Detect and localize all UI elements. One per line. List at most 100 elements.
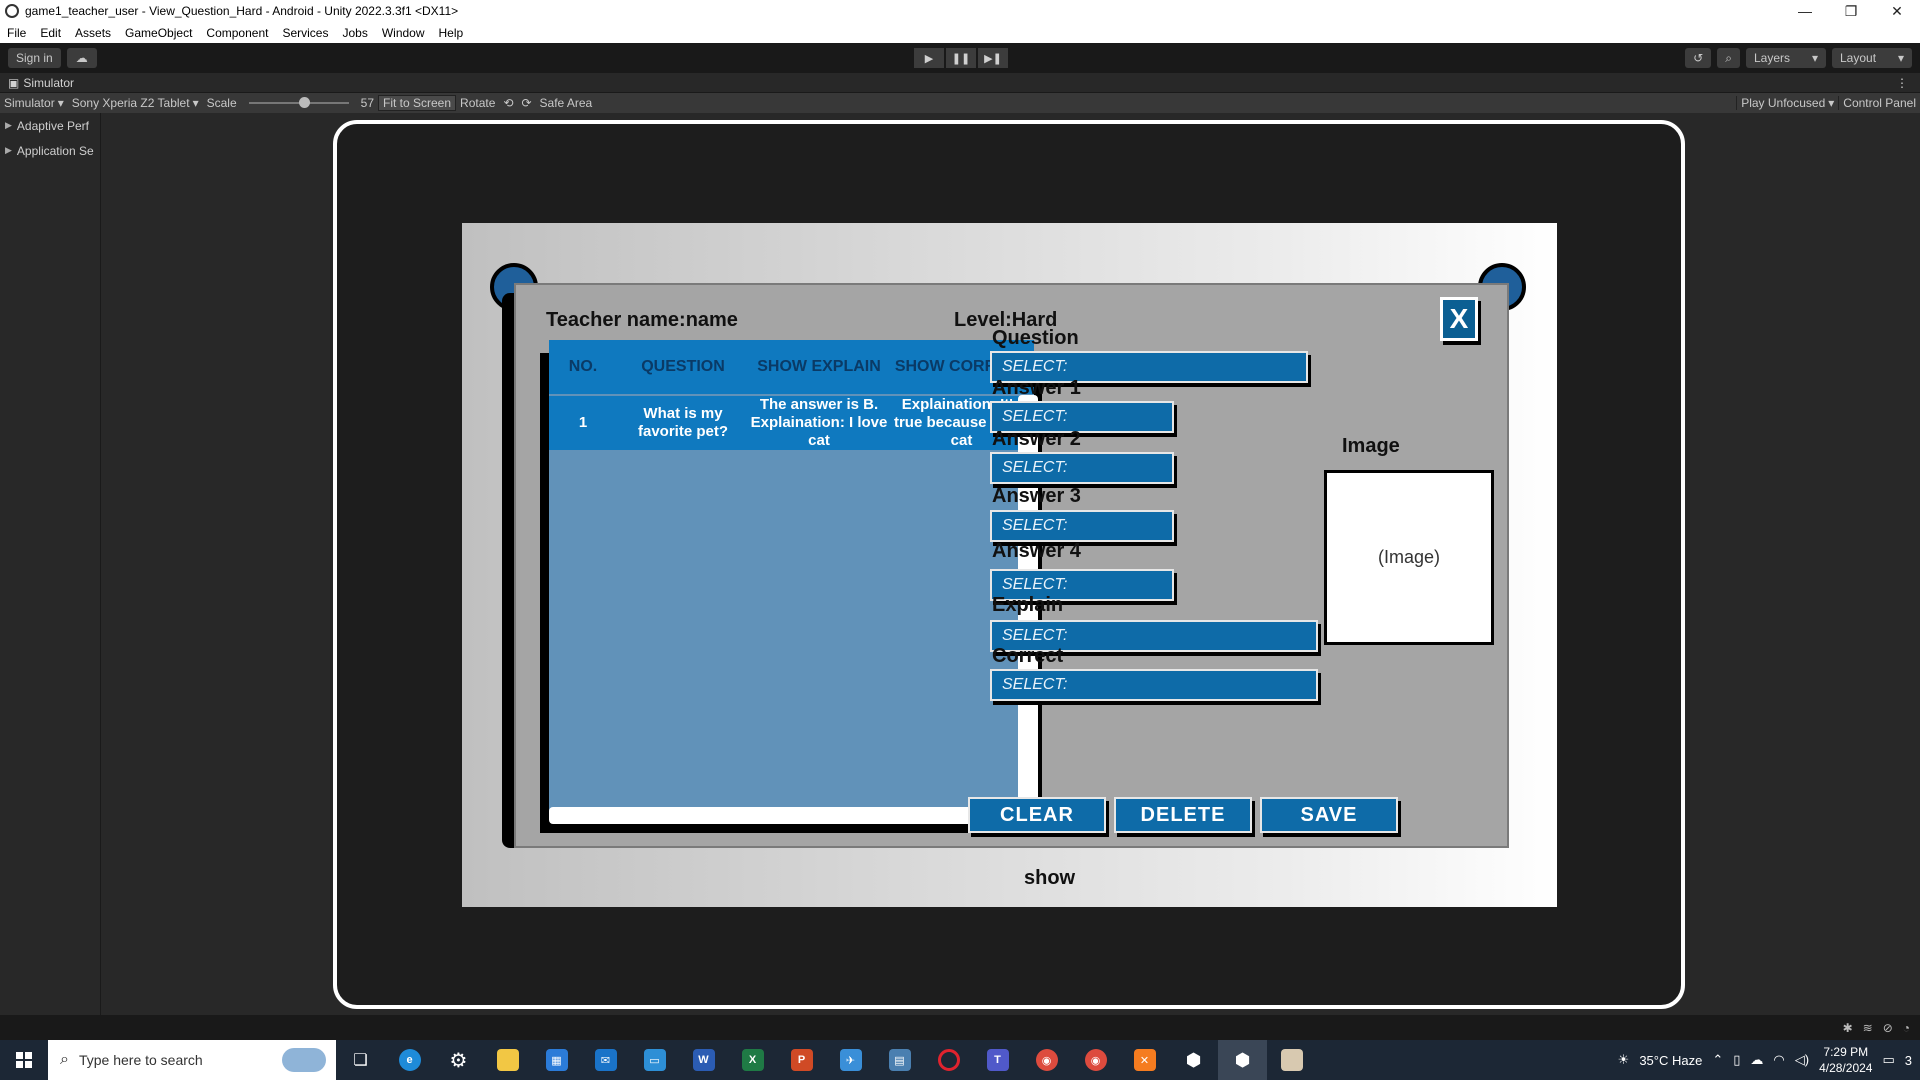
answer2-label: Answer 2	[992, 428, 1081, 450]
status-bar: ✱ ≋ ⊘ ◔	[0, 1015, 1920, 1040]
teams-icon[interactable]: T	[973, 1040, 1022, 1080]
foldout-label: Adaptive Perf	[16, 118, 89, 133]
foldout-adaptive-performance[interactable]: ▶ Adaptive Perf	[0, 113, 100, 138]
game-window-icon[interactable]	[1267, 1040, 1316, 1080]
teacher-name-label: Teacher name:name	[546, 309, 738, 331]
file-explorer-icon[interactable]	[483, 1040, 532, 1080]
control-panel-button[interactable]: Control Panel	[1838, 96, 1920, 110]
answer2-field[interactable]: SELECT:	[990, 452, 1174, 484]
notification-count: 3	[1904, 1052, 1912, 1068]
simulator-mode-dropdown[interactable]: Simulator ▾	[0, 96, 68, 110]
menu-help[interactable]: Help	[432, 26, 471, 40]
onedrive-cloud-icon[interactable]: ☁	[1750, 1052, 1763, 1068]
powerpoint-icon[interactable]: P	[777, 1040, 826, 1080]
clear-button[interactable]: CLEAR	[968, 797, 1106, 833]
column-header-question: QUESTION	[641, 358, 725, 375]
answer3-field[interactable]: SELECT:	[990, 510, 1174, 542]
close-button[interactable]: X	[1440, 297, 1478, 341]
unity-editor-icon[interactable]: ⬢	[1218, 1040, 1267, 1080]
correct-label: Correct	[992, 645, 1064, 667]
windows-start-icon[interactable]	[0, 1040, 48, 1080]
mail-icon[interactable]: ✉	[581, 1040, 630, 1080]
scale-value: 57	[360, 96, 374, 110]
excel-icon[interactable]: X	[728, 1040, 777, 1080]
history-icon[interactable]: ↺	[1685, 48, 1712, 68]
foldout-application-settings[interactable]: ▶ Application Se	[0, 138, 100, 163]
chevron-down-icon: ▾	[1828, 96, 1835, 110]
network-off-icon[interactable]: ⊘	[1883, 1021, 1893, 1035]
close-window-button[interactable]: ✕	[1874, 0, 1920, 22]
window-title-bar: game1_teacher_user - View_Question_Hard …	[0, 0, 1920, 22]
chrome-icon[interactable]: ◉	[1022, 1040, 1071, 1080]
show-label: show	[1024, 867, 1076, 889]
horizontal-scrollbar[interactable]	[549, 807, 1034, 824]
menu-component[interactable]: Component	[199, 26, 275, 40]
save-button[interactable]: SAVE	[1260, 797, 1398, 833]
tab-simulator[interactable]: ▣ Simulator	[0, 76, 74, 90]
app-icon[interactable]: ✈	[826, 1040, 875, 1080]
cloud-icon[interactable]: ☁	[66, 48, 97, 68]
edge-browser-icon[interactable]: e	[385, 1040, 434, 1080]
word-icon[interactable]: W	[679, 1040, 728, 1080]
settings-icon[interactable]: ⚙	[434, 1040, 483, 1080]
cell-no: 1	[578, 414, 588, 431]
weather-text[interactable]: 35°C Haze	[1639, 1053, 1702, 1068]
search-icon[interactable]: ⌕	[1717, 48, 1740, 68]
device-icon[interactable]: ▯	[1733, 1052, 1740, 1068]
step-icon[interactable]: ▶❚	[978, 48, 1008, 68]
wifi-icon[interactable]: ◠	[1773, 1052, 1784, 1068]
windows-taskbar: ⌕ Type here to search ❏ e ⚙ ▦ ✉ ▭ W X P …	[0, 1040, 1920, 1080]
menu-assets[interactable]: Assets	[68, 26, 118, 40]
stack-icon[interactable]: ≋	[1863, 1021, 1873, 1035]
scale-slider[interactable]	[248, 97, 349, 108]
chrome-profile-icon[interactable]: ◉	[1071, 1040, 1120, 1080]
minimize-button[interactable]: —	[1782, 0, 1828, 22]
play-icon[interactable]: ▶	[914, 48, 944, 68]
foldout-label: Application Se	[16, 143, 94, 158]
notification-icon[interactable]: ▭	[1882, 1052, 1894, 1068]
taskbar-clock[interactable]: 7:29 PM 4/28/2024	[1819, 1044, 1872, 1076]
table-row[interactable]: 1 What is my favorite pet? The answer is…	[549, 396, 1034, 450]
chevron-up-icon[interactable]: ⌃	[1712, 1052, 1723, 1068]
menu-services[interactable]: Services	[275, 26, 335, 40]
simulator-options-bar: Simulator ▾ Sony Xperia Z2 Tablet ▾ Scale …	[0, 93, 1920, 113]
store-icon[interactable]: ▦	[532, 1040, 581, 1080]
layout-label: Layout	[1840, 51, 1877, 65]
rotate-left-icon[interactable]: ⟲	[499, 96, 517, 110]
menu-gameobject[interactable]: GameObject	[118, 26, 199, 40]
sign-in-button[interactable]: Sign in	[8, 48, 61, 68]
rotate-right-icon[interactable]: ⟳	[517, 96, 535, 110]
taskbar-search-box[interactable]: ⌕ Type here to search	[48, 1040, 336, 1080]
check-icon[interactable]: ◔	[1903, 1021, 1910, 1035]
volume-icon[interactable]: ◁)	[1795, 1052, 1809, 1068]
layers-dropdown[interactable]: Layers ▾	[1746, 48, 1826, 68]
opera-icon[interactable]	[924, 1040, 973, 1080]
debug-icon[interactable]: ✱	[1843, 1021, 1853, 1035]
menu-jobs[interactable]: Jobs	[335, 26, 374, 40]
menu-window[interactable]: Window	[375, 26, 432, 40]
correct-field[interactable]: SELECT:	[990, 669, 1318, 701]
layout-dropdown[interactable]: Layout ▾	[1832, 48, 1912, 68]
simulator-mode-label: Simulator	[4, 96, 55, 110]
pause-icon[interactable]: ❚❚	[946, 48, 976, 68]
rotate-label: Rotate	[460, 96, 496, 110]
more-options-icon[interactable]: ⋮	[1896, 76, 1908, 90]
remote-desktop-icon[interactable]: ▭	[630, 1040, 679, 1080]
task-view-icon[interactable]: ❏	[336, 1040, 385, 1080]
delete-button[interactable]: DELETE	[1114, 797, 1252, 833]
device-dropdown[interactable]: Sony Xperia Z2 Tablet ▾	[68, 96, 203, 110]
safe-area-toggle[interactable]: Safe Area	[536, 96, 597, 110]
window-title: game1_teacher_user - View_Question_Hard …	[25, 4, 459, 18]
column-header-show-explain: SHOW EXPLAIN	[757, 358, 881, 375]
system-tray: ☀ 35°C Haze ⌃ ▯ ☁ ◠ ◁) 7:29 PM 4/28/2024…	[1618, 1040, 1920, 1080]
maximize-button[interactable]: ❐	[1828, 0, 1874, 22]
calculator-icon[interactable]: ▤	[875, 1040, 924, 1080]
menu-edit[interactable]: Edit	[33, 26, 68, 40]
unity-hub-icon[interactable]: ⬢	[1169, 1040, 1218, 1080]
menu-file[interactable]: File	[0, 26, 33, 40]
fit-to-screen-button[interactable]: Fit to Screen	[378, 95, 457, 111]
play-mode-dropdown[interactable]: Play Unfocused ▾	[1736, 96, 1838, 110]
xampp-icon[interactable]: ✕	[1120, 1040, 1169, 1080]
scale-slider-knob[interactable]	[298, 97, 310, 108]
weather-icon[interactable]: ☀	[1618, 1052, 1630, 1068]
